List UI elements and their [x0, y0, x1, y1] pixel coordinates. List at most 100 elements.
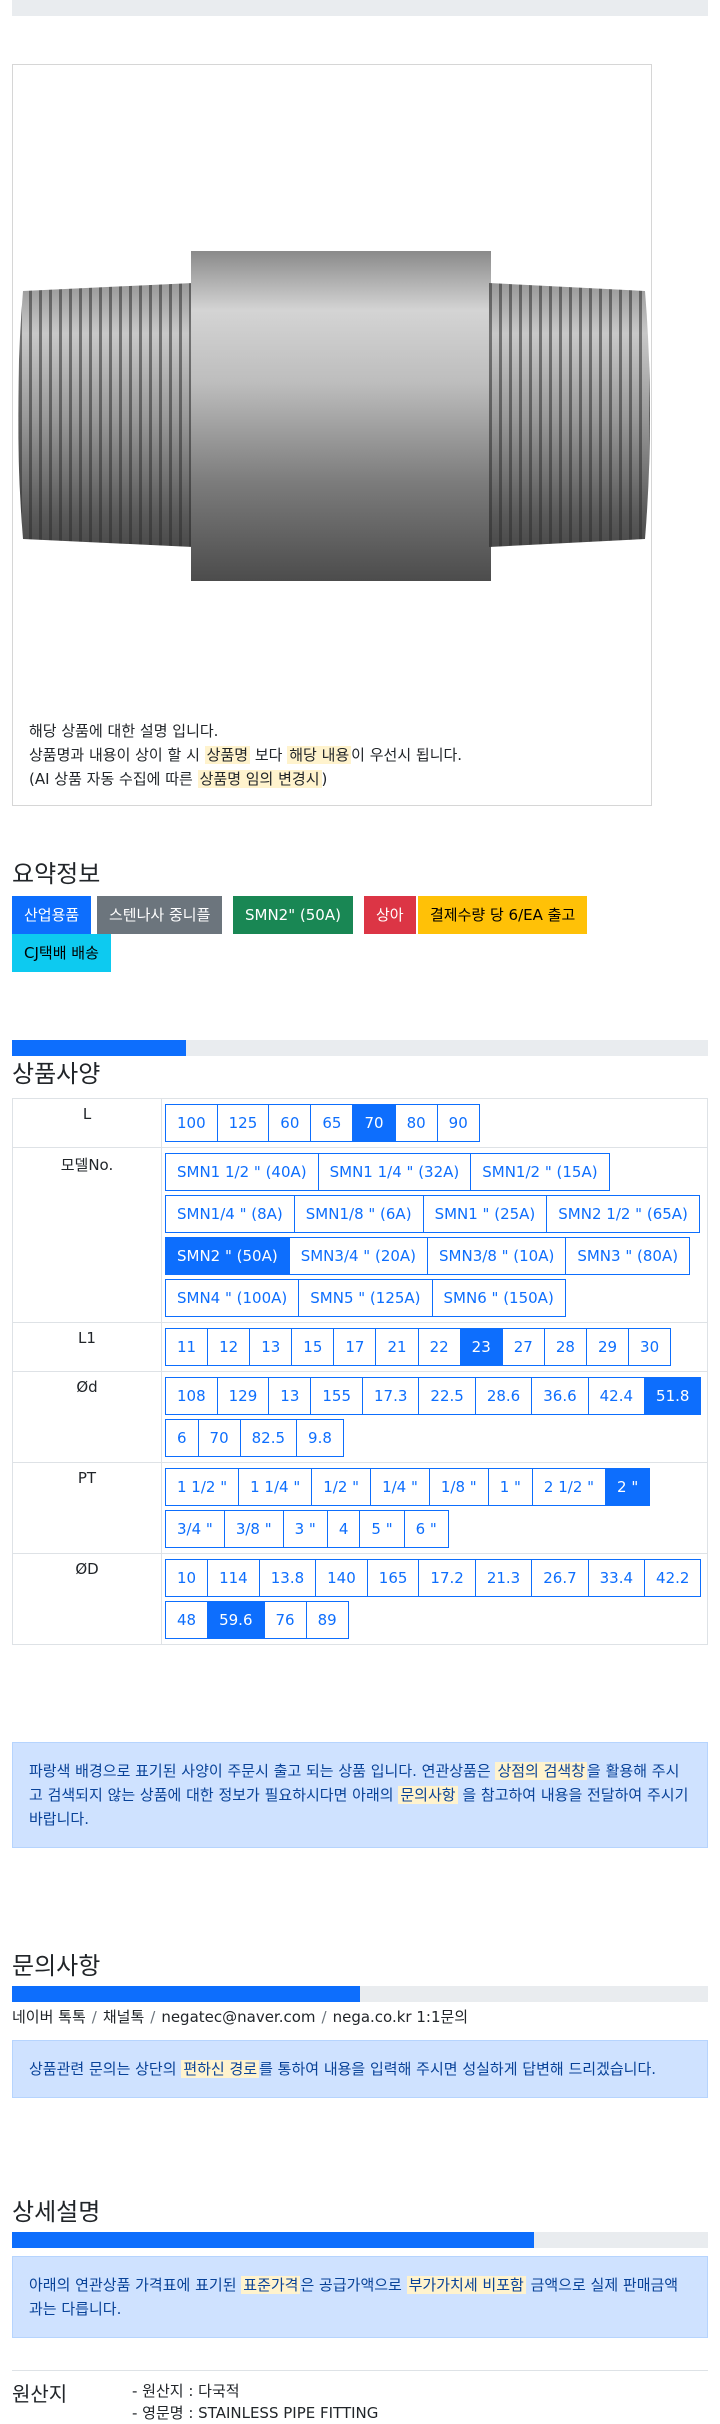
spec-option-chip[interactable]: 5 ": [359, 1510, 405, 1548]
spec-option-chip[interactable]: SMN4 " (100A): [165, 1279, 300, 1317]
spec-option-chip[interactable]: SMN1/2 " (15A): [470, 1153, 610, 1191]
spec-option-chip[interactable]: 1 ": [487, 1468, 533, 1506]
spec-option-chip[interactable]: 29: [585, 1328, 630, 1366]
origin-title: 원산지: [12, 2382, 68, 2406]
origin-country: - 원산지 : 다국적: [132, 2382, 240, 2400]
spec-option-chip[interactable]: 3 ": [282, 1510, 328, 1548]
spec-option-chip[interactable]: 100: [165, 1104, 218, 1142]
spec-option-chip[interactable]: 125: [216, 1104, 270, 1142]
spec-row-label: Ød: [12, 1371, 162, 1463]
spec-option-chip[interactable]: 90: [436, 1104, 480, 1142]
spec-option-chip[interactable]: 33.4: [587, 1559, 646, 1597]
detail-title: 상세설명: [12, 2198, 101, 2226]
origin-english-name: - 영문명 : STAINLESS PIPE FITTING: [132, 2404, 379, 2422]
spec-option-chip[interactable]: 3/8 ": [223, 1510, 284, 1548]
spec-option-chip[interactable]: 15: [291, 1328, 335, 1366]
spec-option-chip[interactable]: 17.3: [362, 1377, 420, 1415]
spec-option-chip[interactable]: 22.5: [418, 1377, 476, 1415]
spec-table: L 100 125 60 65 70 80 90 모델No. SMN1 1/2 " (40A) SM…: [12, 1098, 708, 1645]
spec-option-chip[interactable]: 28: [543, 1328, 587, 1366]
spec-option-chip[interactable]: 10: [165, 1559, 209, 1597]
spec-option-chip[interactable]: 65: [310, 1104, 354, 1142]
spec-row-label: 모델No.: [12, 1147, 162, 1323]
spec-option-chip[interactable]: 13: [268, 1377, 312, 1415]
spec-option-chip[interactable]: 1/2 ": [311, 1468, 372, 1506]
spec-option-chip[interactable]: 17.2: [418, 1559, 476, 1597]
summary-badge: SMN2" (50A): [233, 896, 353, 934]
spec-option-chip[interactable]: SMN1 1/4 " (32A): [317, 1153, 472, 1191]
spec-option-chip[interactable]: 6: [165, 1419, 199, 1457]
spec-title: 상품사양: [12, 1060, 101, 1088]
spec-option-chip[interactable]: 3/4 ": [165, 1510, 225, 1548]
spec-option-chip[interactable]: SMN3 " (80A): [565, 1237, 691, 1275]
summary-badge: 산업용품: [12, 896, 92, 934]
spec-option-chip[interactable]: 48: [165, 1601, 209, 1639]
spec-option-chip[interactable]: 82.5: [239, 1419, 298, 1457]
spec-option-chip[interactable]: 60: [268, 1104, 312, 1142]
product-image-card: 해당 상품에 대한 설명 입니다. 상품명과 내용이 상이 할 시 상품명 보다…: [12, 64, 652, 806]
spec-row: L 100 125 60 65 70 80 90: [12, 1098, 708, 1148]
spec-option-chip[interactable]: 17: [333, 1328, 377, 1366]
spec-option-chip[interactable]: 22: [417, 1328, 461, 1366]
spec-option-chip[interactable]: 2 1/2 ": [531, 1468, 607, 1506]
spec-option-chip[interactable]: SMN1/8 " (6A): [293, 1195, 424, 1233]
spec-option-chip[interactable]: 155: [310, 1377, 364, 1415]
contact-site-inquiry[interactable]: nega.co.kr 1:1문의: [333, 2008, 469, 2026]
spec-option-chip[interactable]: 1 1/2 ": [165, 1468, 240, 1506]
contact-channel-talk[interactable]: 채널톡: [103, 2008, 144, 2026]
contact-naver-talk[interactable]: 네이버 톡톡: [12, 2008, 86, 2026]
spec-option-chip[interactable]: 26.7: [531, 1559, 589, 1597]
description-line-3: (AI 상품 자동 수집에 따른 상품명 임의 변경시): [29, 770, 328, 788]
spec-option-chip[interactable]: 11: [165, 1328, 209, 1366]
summary-badge: 스텐나사 중니플: [97, 896, 223, 934]
inquiry-title: 문의사항: [12, 1952, 101, 1980]
spec-option-chip[interactable]: 42.4: [587, 1377, 646, 1415]
spec-option-chip[interactable]: 165: [366, 1559, 420, 1597]
spec-option-chip[interactable]: 80: [394, 1104, 438, 1142]
spec-option-chip[interactable]: SMN1 1/2 " (40A): [165, 1153, 319, 1191]
spec-option-chip[interactable]: 4: [326, 1510, 361, 1548]
spec-option-chip[interactable]: 13: [249, 1328, 293, 1366]
spec-option-chip[interactable]: SMN1 " (25A): [422, 1195, 548, 1233]
spec-option-chip[interactable]: 13.8: [258, 1559, 317, 1597]
spec-option-chip[interactable]: SMN3/8 " (10A): [427, 1237, 567, 1275]
spec-option-chip[interactable]: 1 1/4 ": [238, 1468, 313, 1506]
spec-row-options: 10 114 13.8 140 165 17.2 21.3 26.7 33.4 42.2 48 59.…: [161, 1553, 708, 1645]
spec-row-options: 108 129 13 155 17.3 22.5 28.6 36.6 42.4 51.8 6 70 82…: [161, 1371, 708, 1463]
spec-option-chip[interactable]: 36.6: [531, 1377, 589, 1415]
spec-option-chip[interactable]: SMN3/4 " (20A): [288, 1237, 429, 1275]
spec-option-chip[interactable]: SMN2 " (50A): [165, 1237, 290, 1275]
spec-option-chip[interactable]: 28.6: [474, 1377, 533, 1415]
spec-option-chip[interactable]: 76: [263, 1601, 307, 1639]
spec-option-chip[interactable]: 129: [216, 1377, 270, 1415]
spec-option-chip[interactable]: 6 ": [403, 1510, 449, 1548]
spec-option-chip[interactable]: SMN1/4 " (8A): [165, 1195, 295, 1233]
spec-option-chip[interactable]: SMN6 " (150A): [431, 1279, 566, 1317]
spec-option-chip[interactable]: 9.8: [296, 1419, 344, 1457]
spec-option-chip[interactable]: 1/8 ": [428, 1468, 489, 1506]
spec-option-chip[interactable]: 21: [375, 1328, 419, 1366]
spec-option-chip[interactable]: 140: [315, 1559, 368, 1597]
spec-option-chip[interactable]: 108: [165, 1377, 218, 1415]
spec-option-chip[interactable]: SMN2 1/2 " (65A): [546, 1195, 700, 1233]
spec-row-label: PT: [12, 1462, 162, 1554]
spec-option-chip[interactable]: 51.8: [644, 1377, 702, 1415]
spec-option-chip[interactable]: 59.6: [207, 1601, 265, 1639]
spec-option-chip[interactable]: 70: [197, 1419, 241, 1457]
spec-option-chip[interactable]: 30: [628, 1328, 672, 1366]
spec-row-label: ØD: [12, 1553, 162, 1645]
product-description: 해당 상품에 대한 설명 입니다. 상품명과 내용이 상이 할 시 상품명 보다…: [29, 719, 462, 791]
spec-option-chip[interactable]: SMN5 " (125A): [298, 1279, 433, 1317]
spec-option-chip[interactable]: 89: [305, 1601, 349, 1639]
inquiry-progress: [12, 1986, 708, 2002]
spec-option-chip[interactable]: 1/4 ": [370, 1468, 430, 1506]
contact-email[interactable]: negatec@naver.com: [161, 2008, 315, 2026]
spec-option-chip[interactable]: 23: [459, 1328, 503, 1366]
spec-option-chip[interactable]: 27: [501, 1328, 545, 1366]
spec-option-chip[interactable]: 70: [352, 1104, 396, 1142]
spec-option-chip[interactable]: 12: [207, 1328, 251, 1366]
spec-option-chip[interactable]: 114: [207, 1559, 260, 1597]
spec-option-chip[interactable]: 42.2: [644, 1559, 702, 1597]
spec-option-chip[interactable]: 2 ": [605, 1468, 651, 1506]
spec-option-chip[interactable]: 21.3: [474, 1559, 533, 1597]
